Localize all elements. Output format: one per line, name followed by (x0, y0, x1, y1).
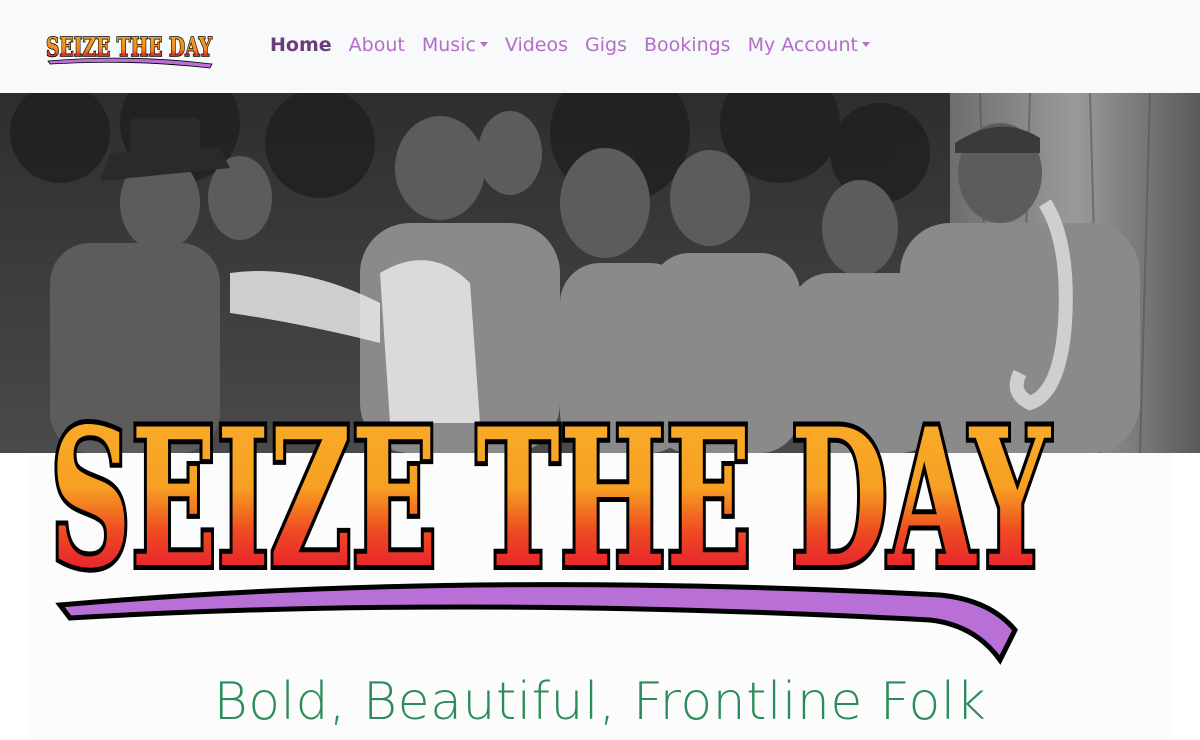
seize-the-day-logo: SEIZE THE DAY (45, 382, 1056, 665)
nav-item-gigs-label: Gigs (585, 34, 627, 56)
tagline: Bold, Beautiful, Frontline Folk (213, 672, 987, 732)
nav-item-videos-label: Videos (504, 34, 569, 56)
nav-item-home[interactable]: Home (270, 34, 332, 56)
chevron-down-icon (479, 41, 488, 47)
nav-item-my-account-label: My Account (747, 34, 858, 56)
hero-logo: SEIZE THE DAY (40, 360, 1070, 670)
nav-item-music[interactable]: Music (422, 34, 488, 56)
main-nav: Home About Music Videos Gigs Bookings My… (270, 34, 887, 56)
brand-logo: SEIZE THE DAY (45, 32, 213, 69)
top-navbar: SEIZE THE DAY Home About Music Videos Gi… (0, 0, 1200, 93)
nav-item-bookings-label: Bookings (644, 34, 731, 56)
brand-logo-link[interactable]: SEIZE THE DAY (44, 24, 216, 72)
nav-item-home-label: Home (270, 34, 332, 56)
nav-item-my-account[interactable]: My Account (748, 34, 870, 56)
chevron-down-icon (861, 41, 870, 47)
nav-item-about-label: About (348, 34, 405, 56)
nav-item-about[interactable]: About (349, 34, 405, 56)
nav-item-bookings[interactable]: Bookings (644, 34, 731, 56)
nav-item-music-label: Music (421, 34, 476, 56)
nav-item-videos[interactable]: Videos (505, 34, 568, 56)
hero-logo-text: SEIZE THE DAY (50, 387, 1051, 610)
nav-item-gigs[interactable]: Gigs (585, 34, 627, 56)
